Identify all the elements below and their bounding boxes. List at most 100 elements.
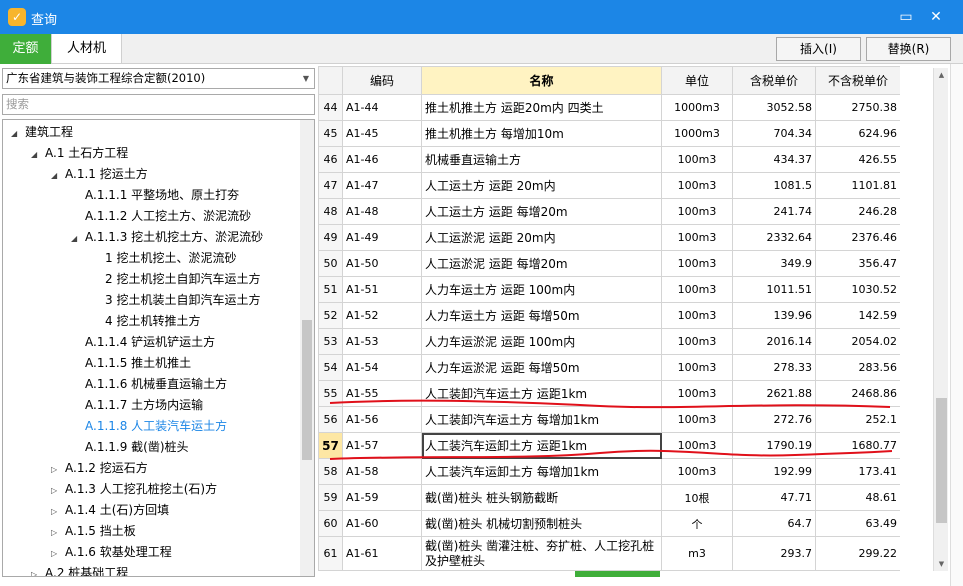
cell-unit[interactable]: 100m3 xyxy=(661,406,733,433)
cell-unit[interactable]: 100m3 xyxy=(661,172,733,199)
table-row[interactable]: 59 A1-59 截(凿)桩头 桩头钢筋截断 10根 47.71 48.61 xyxy=(318,484,900,511)
cell-tax-price[interactable]: 1081.5 xyxy=(732,172,816,199)
library-select[interactable]: 广东省建筑与装饰工程综合定额(2010) ▼ xyxy=(2,68,315,89)
cell-tax-price[interactable]: 1790.19 xyxy=(732,432,816,459)
table-row[interactable]: 46 A1-46 机械垂直运输土方 100m3 434.37 426.55 xyxy=(318,146,900,173)
cell-name[interactable]: 人力车运淤泥 运距 每增50m xyxy=(421,354,662,381)
cell-tax-price[interactable]: 704.34 xyxy=(732,120,816,147)
row-number[interactable]: 53 xyxy=(318,328,343,355)
cell-name[interactable]: 机械垂直运输土方 xyxy=(421,146,662,173)
row-number[interactable]: 55 xyxy=(318,380,343,407)
row-number[interactable]: 52 xyxy=(318,302,343,329)
cell-code[interactable]: A1-57 xyxy=(342,432,422,459)
insert-button[interactable]: 插入(I) xyxy=(776,37,861,61)
col-header-unit[interactable]: 单位 xyxy=(661,66,733,95)
row-number[interactable]: 54 xyxy=(318,354,343,381)
cell-code[interactable]: A1-47 xyxy=(342,172,422,199)
cell-tax-price[interactable]: 192.99 xyxy=(732,458,816,485)
table-row[interactable]: 53 A1-53 人力车运淤泥 运距 100m内 100m3 2016.14 2054.0… xyxy=(318,328,900,355)
cell-name[interactable]: 截(凿)桩头 桩头钢筋截断 xyxy=(421,484,662,511)
table-row[interactable]: 58 A1-58 人工装汽车运卸土方 每增加1km 100m3 192.99 173.41 xyxy=(318,458,900,485)
table-row[interactable]: 44 A1-44 推土机推土方 运距20m内 四类土 1000m3 3052.58 275… xyxy=(318,94,900,121)
cell-code[interactable]: A1-53 xyxy=(342,328,422,355)
scroll-up-icon[interactable]: ▲ xyxy=(934,68,949,82)
col-header-name[interactable]: 名称 xyxy=(421,66,662,95)
expand-icon[interactable]: ▷ xyxy=(31,564,45,576)
cell-unit[interactable]: 100m3 xyxy=(661,198,733,225)
scroll-down-icon[interactable]: ▼ xyxy=(934,557,949,571)
collapse-icon[interactable]: ◢ xyxy=(31,144,45,165)
row-number[interactable]: 47 xyxy=(318,172,343,199)
row-number[interactable]: 46 xyxy=(318,146,343,173)
row-number[interactable]: 44 xyxy=(318,94,343,121)
tree-scroll-thumb[interactable] xyxy=(302,320,312,460)
table-row[interactable]: 48 A1-48 人工运土方 运距 每增20m 100m3 241.74 246.28 xyxy=(318,198,900,225)
cell-tax-price[interactable]: 349.9 xyxy=(732,250,816,277)
row-number[interactable]: 57 xyxy=(318,432,343,459)
cell-code[interactable]: A1-60 xyxy=(342,510,422,537)
col-header-notax-price[interactable]: 不含税单价 xyxy=(815,66,900,95)
cell-unit[interactable]: 100m3 xyxy=(661,458,733,485)
cell-unit[interactable]: 100m3 xyxy=(661,302,733,329)
cell-unit[interactable]: 个 xyxy=(661,510,733,537)
cell-code[interactable]: A1-46 xyxy=(342,146,422,173)
row-number[interactable]: 58 xyxy=(318,458,343,485)
cell-tax-price[interactable]: 139.96 xyxy=(732,302,816,329)
cell-name[interactable]: 人工运淤泥 运距 20m内 xyxy=(421,224,662,251)
row-number[interactable]: 48 xyxy=(318,198,343,225)
cell-name[interactable]: 人力车运淤泥 运距 100m内 xyxy=(421,328,662,355)
tree-node[interactable]: ▷ A.1.5 挡土板 xyxy=(51,521,136,542)
horizontal-scroll-indicator[interactable] xyxy=(575,571,660,577)
tree-node[interactable]: A.1.1.2 人工挖土方、淤泥流砂 xyxy=(71,206,251,227)
cell-tax-price[interactable]: 3052.58 xyxy=(732,94,816,121)
search-input[interactable]: 搜索 xyxy=(2,94,315,115)
cell-unit[interactable]: m3 xyxy=(661,536,733,571)
cell-notax-price[interactable]: 283.56 xyxy=(815,354,900,381)
table-row[interactable]: 60 A1-60 截(凿)桩头 机械切割预制桩头个 64.7 63.49 xyxy=(318,510,900,537)
cell-notax-price[interactable]: 426.55 xyxy=(815,146,900,173)
tab-quota[interactable]: 定额 xyxy=(0,34,51,64)
table-row[interactable]: 47 A1-47 人工运土方 运距 20m内 100m3 1081.5 1101.81 xyxy=(318,172,900,199)
tree-node[interactable]: ▷ A.1.6 软基处理工程 xyxy=(51,542,172,563)
tree-node[interactable]: 1 挖土机挖土、淤泥流砂 xyxy=(91,248,236,269)
table-row[interactable]: 55 A1-55 人工装卸汽车运土方 运距1km 100m3 2621.88 2468.8… xyxy=(318,380,900,407)
cell-tax-price[interactable]: 47.71 xyxy=(732,484,816,511)
row-number[interactable]: 59 xyxy=(318,484,343,511)
cell-name[interactable]: 截(凿)桩头 凿灌注桩、夯扩桩、人工挖孔桩及护壁桩头 xyxy=(421,536,662,571)
tree-node[interactable]: A.1.1.9 截(凿)桩头 xyxy=(71,437,189,458)
cell-name[interactable]: 人力车运土方 运距 100m内 xyxy=(421,276,662,303)
cell-tax-price[interactable]: 272.76 xyxy=(732,406,816,433)
cell-tax-price[interactable]: 241.74 xyxy=(732,198,816,225)
tree-node[interactable]: 3 挖土机装土自卸汽车运土方 xyxy=(91,290,260,311)
replace-button[interactable]: 替换(R) xyxy=(866,37,951,61)
table-row[interactable]: 54 A1-54 人力车运淤泥 运距 每增50m 100m3 278.33 283.56 xyxy=(318,354,900,381)
cell-name[interactable]: 人工装汽车运卸土方 每增加1km xyxy=(421,458,662,485)
cell-code[interactable]: A1-54 xyxy=(342,354,422,381)
row-number[interactable]: 45 xyxy=(318,120,343,147)
expand-icon[interactable]: ▷ xyxy=(51,501,65,522)
table-scrollbar[interactable]: ▲ ▼ xyxy=(933,68,948,571)
tree-node[interactable]: A.1.1.7 土方场内运输 xyxy=(71,395,203,416)
cell-unit[interactable]: 1000m3 xyxy=(661,94,733,121)
tree-node[interactable]: ▷ A.1.4 土(石)方回填 xyxy=(51,500,169,521)
cell-notax-price[interactable]: 1680.77 xyxy=(815,432,900,459)
cell-notax-price[interactable]: 356.47 xyxy=(815,250,900,277)
cell-code[interactable]: A1-55 xyxy=(342,380,422,407)
cell-code[interactable]: A1-61 xyxy=(342,536,422,571)
cell-name[interactable]: 人工装卸汽车运土方 运距1km xyxy=(421,380,662,407)
cell-name[interactable]: 人力车运土方 运距 每增50m xyxy=(421,302,662,329)
minimize-icon[interactable]: ▭ xyxy=(898,9,914,25)
category-tree[interactable]: ◢ 建筑工程 ◢ A.1 土石方工程 ◢ A.1.1 挖运土方 A.1.1.1 平整场地、原… xyxy=(2,119,315,577)
cell-name[interactable]: 人工装汽车运卸土方 运距1km xyxy=(421,432,662,459)
table-row[interactable]: 56 A1-56 人工装卸汽车运土方 每增加1km 100m3 272.76 252.1 xyxy=(318,406,900,433)
tree-scrollbar[interactable] xyxy=(300,120,314,576)
cell-notax-price[interactable]: 1101.81 xyxy=(815,172,900,199)
cell-notax-price[interactable]: 299.22 xyxy=(815,536,900,571)
chevron-down-icon[interactable]: ▼ xyxy=(303,69,309,88)
collapse-icon[interactable]: ◢ xyxy=(71,228,85,249)
cell-tax-price[interactable]: 2621.88 xyxy=(732,380,816,407)
tree-node[interactable]: A.1.1.4 铲运机铲运土方 xyxy=(71,332,215,353)
tree-node[interactable]: ◢ 建筑工程 xyxy=(11,122,73,143)
cell-code[interactable]: A1-52 xyxy=(342,302,422,329)
table-scroll-thumb[interactable] xyxy=(936,398,947,523)
